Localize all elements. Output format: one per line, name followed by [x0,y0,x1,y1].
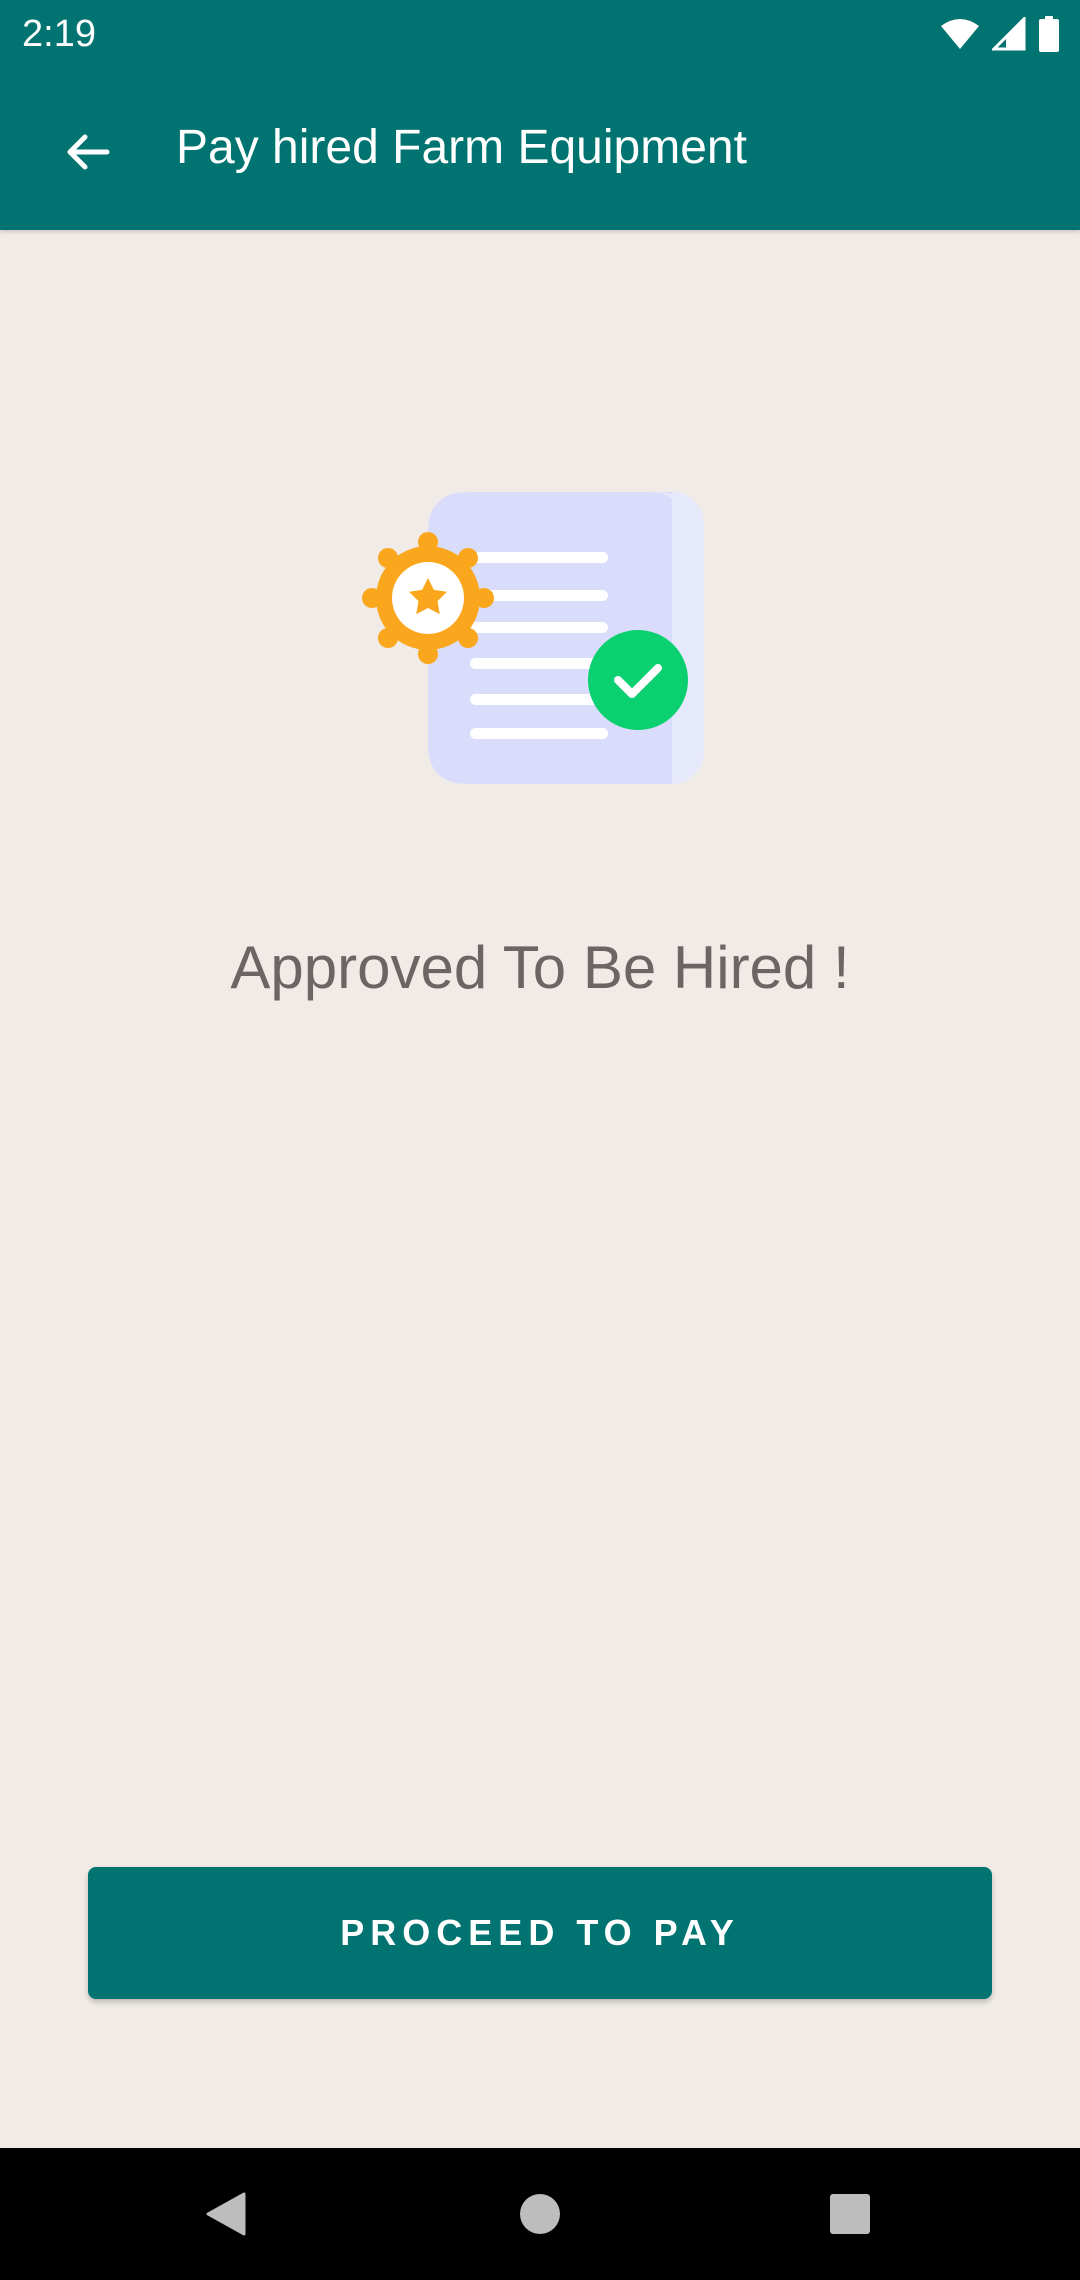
app-bar: Pay hired Farm Equipment [0,68,1080,230]
nav-back-button[interactable] [182,2170,270,2258]
nav-home-icon [520,2194,560,2234]
status-message: Approved To Be Hired ! [230,934,850,1001]
nav-back-icon [206,2192,246,2236]
nav-recents-button[interactable] [806,2170,894,2258]
approved-document-icon [360,488,720,788]
proceed-to-pay-button[interactable]: PROCEED TO PAY [88,1867,992,1999]
nav-home-button[interactable] [496,2170,584,2258]
status-icons [940,14,1060,54]
status-bar: 2:19 [0,0,1080,68]
wifi-icon [941,19,979,49]
status-time: 2:19 [22,13,96,55]
page-title: Pay hired Farm Equipment [176,121,747,174]
arrow-back-icon [67,134,110,170]
back-button[interactable] [42,112,132,192]
battery-icon [1039,16,1059,52]
nav-recents-icon [830,2194,870,2234]
navigation-bar [0,2148,1080,2280]
cellular-signal-icon [992,17,1026,51]
